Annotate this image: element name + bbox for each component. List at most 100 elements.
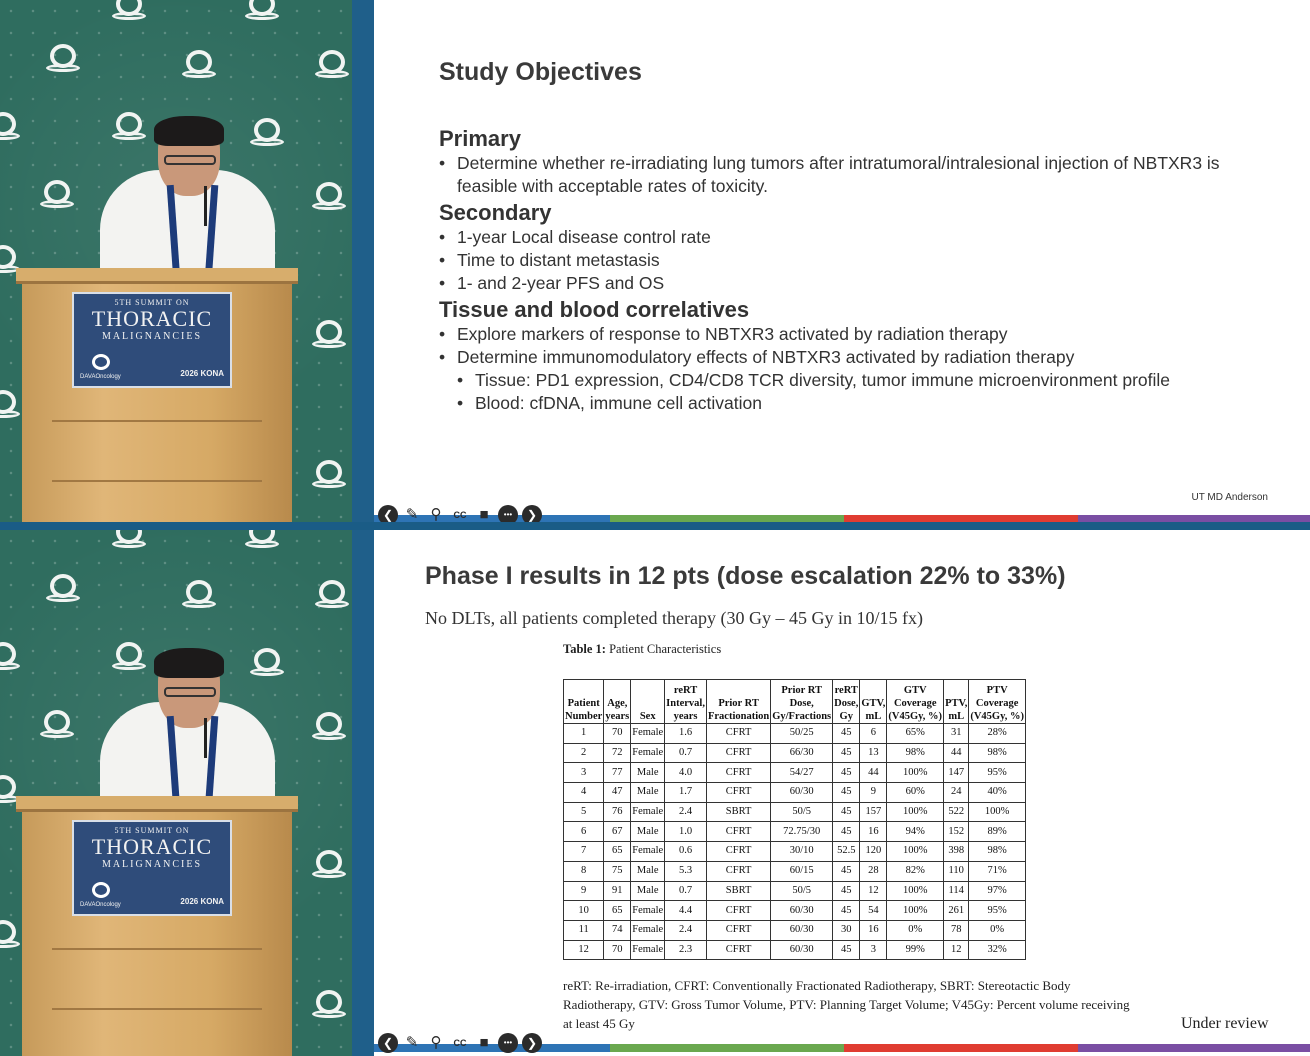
- backdrop-logo-icon: [315, 580, 349, 610]
- tissue-subbullet: Tissue: PD1 expression, CD4/CD8 TCR dive…: [457, 369, 1259, 392]
- tissue-heading: Tissue and blood correlatives: [439, 297, 750, 322]
- table-cell: 30/10: [770, 841, 834, 862]
- captions-button[interactable]: CC: [450, 1033, 470, 1053]
- table-row: 12 70 Female 2.3 CFRT 60/30 45 3 99% 12 32%: [562, 939, 1027, 961]
- table-cell: Female: [630, 801, 666, 823]
- table-cell: 157: [859, 801, 888, 823]
- column-header-line: Dose,: [789, 698, 814, 709]
- table-row: 5 76 Female 2.4 SBRT 50/5 45 157 100% 522 100%: [562, 801, 1027, 823]
- table-cell: 2.3: [664, 939, 707, 961]
- pen-tool-button[interactable]: ✎: [402, 1033, 422, 1053]
- table-cell: SBRT: [705, 801, 772, 823]
- backdrop-logo-icon: [0, 390, 20, 420]
- sign-line2: THORACIC: [91, 306, 213, 331]
- table-cell: CFRT: [705, 841, 772, 862]
- table-row: 6 67 Male 1.0 CFRT 72.75/30 45 16 94% 152 89%: [562, 821, 1027, 843]
- table-cell: 0.7: [664, 742, 707, 764]
- table-cell: 28%: [968, 723, 1027, 744]
- bar-segment: [1078, 1044, 1310, 1052]
- column-header-line: Gy/Fractions: [772, 711, 832, 722]
- speaker-video-bottom: 5TH SUMMIT ON THORACIC MALIGNANCIES DAVA…: [0, 530, 352, 1056]
- column-header: PTV Coverage (V45Gy, %): [968, 679, 1027, 724]
- next-slide-button[interactable]: ❯: [522, 1033, 542, 1053]
- table-legend: reRT: Re-irradiation, CFRT: Conventional…: [563, 978, 1130, 1031]
- sign-line3: MALIGNANCIES: [101, 331, 203, 342]
- table-body: 1 70 Female 1.6 CFRT 50/25 45 6 65% 31 28% 2 72 Femal…: [562, 723, 1027, 961]
- table-cell: 60/30: [770, 919, 834, 941]
- table-cell: 2.4: [664, 801, 707, 823]
- table-caption-text: Patient Characteristics: [605, 642, 722, 656]
- backdrop-logo-icon: [0, 112, 20, 142]
- zoom-button[interactable]: ⚲: [426, 1033, 446, 1053]
- backdrop-logo-icon: [112, 112, 146, 142]
- column-header: reRT Dose, Gy: [832, 679, 861, 724]
- backdrop-logo-icon: [312, 850, 346, 880]
- table-cell: 261: [943, 900, 970, 921]
- table-cell: 6: [562, 821, 605, 843]
- table-cell: 70: [603, 939, 632, 961]
- table-cell: 398: [943, 841, 970, 862]
- table-cell: 47: [603, 782, 632, 803]
- table-row: 9 91 Male 0.7 SBRT 50/5 45 12 100% 114 97%: [562, 880, 1027, 902]
- secondary-bullet: 1-year Local disease control rate: [439, 226, 1259, 249]
- table-cell: CFRT: [705, 900, 772, 921]
- column-header-line: Fractionation: [707, 711, 770, 722]
- table-cell: 32%: [968, 939, 1027, 961]
- video-button[interactable]: ■: [474, 1033, 494, 1053]
- sign-brand: DAVAOncology: [80, 902, 121, 908]
- table-cell: 147: [943, 762, 970, 784]
- under-review-note: Under review: [1181, 1015, 1269, 1032]
- bar-segment: [844, 1044, 1078, 1052]
- column-header-line: Age,: [607, 698, 628, 709]
- column-header-line: Dose,: [834, 698, 859, 709]
- prev-slide-button[interactable]: ❮: [378, 1033, 398, 1053]
- column-header-line: years: [673, 711, 698, 722]
- table-cell: 54/27: [770, 762, 834, 784]
- table-cell: 1.6: [664, 723, 707, 744]
- patient-characteristics-table: Patient Number Age, years Sex reRT Interval, ye…: [562, 679, 1027, 961]
- table-cell: 16: [859, 821, 888, 843]
- secondary-heading: Secondary: [439, 200, 552, 225]
- table-cell: 50/5: [770, 880, 834, 902]
- table-cell: Male: [630, 880, 666, 902]
- table-cell: Female: [630, 939, 666, 961]
- table-cell: Female: [630, 723, 666, 744]
- sign-line3: MALIGNANCIES: [101, 859, 203, 870]
- backdrop-logo-icon: [46, 44, 80, 74]
- column-header: Prior RT Fractionation: [705, 679, 772, 724]
- tissue-subbullet: Blood: cfDNA, immune cell activation: [457, 392, 1259, 415]
- table-cell: 91: [603, 880, 632, 902]
- table-cell: 100%: [968, 801, 1027, 823]
- slide-study-objectives: Study Objectives Primary Determine wheth…: [374, 0, 1310, 525]
- table-cell: 45: [832, 782, 861, 803]
- column-header-line: (V45Gy, %): [970, 711, 1025, 722]
- table-cell: 70: [603, 723, 632, 744]
- backdrop-logo-icon: [312, 320, 346, 350]
- table-cell: 11: [562, 919, 605, 941]
- secondary-bullet: 1- and 2-year PFS and OS: [439, 272, 1259, 295]
- dava-logo-icon: [92, 882, 110, 898]
- table-cell: 54: [859, 900, 888, 921]
- bar-segment: [610, 1044, 844, 1052]
- table-cell: 44: [943, 742, 970, 764]
- primary-heading: Primary: [439, 126, 521, 151]
- dava-logo-icon: [92, 354, 110, 370]
- column-header-line: Sex: [639, 711, 656, 722]
- table-cell: CFRT: [705, 919, 772, 941]
- backdrop-logo-icon: [182, 580, 216, 610]
- table-cell: 71%: [968, 860, 1027, 882]
- backdrop-logo-icon: [112, 642, 146, 672]
- table-row: 11 74 Female 2.4 CFRT 60/30 30 16 0% 78 0%: [562, 919, 1027, 941]
- table-cell: 9: [859, 782, 888, 803]
- table-cell: 120: [859, 841, 888, 862]
- more-options-button[interactable]: •••: [498, 1033, 518, 1053]
- table-cell: Female: [630, 919, 666, 941]
- table-cell: 152: [943, 821, 970, 843]
- table-cell: 100%: [886, 880, 945, 902]
- backdrop-logo-icon: [250, 118, 284, 148]
- table-cell: 98%: [968, 841, 1027, 862]
- table-cell: 67: [603, 821, 632, 843]
- table-row: 4 47 Male 1.7 CFRT 60/30 45 9 60% 24 40%: [562, 782, 1027, 803]
- table-cell: 0%: [886, 919, 945, 941]
- table-cell: 94%: [886, 821, 945, 843]
